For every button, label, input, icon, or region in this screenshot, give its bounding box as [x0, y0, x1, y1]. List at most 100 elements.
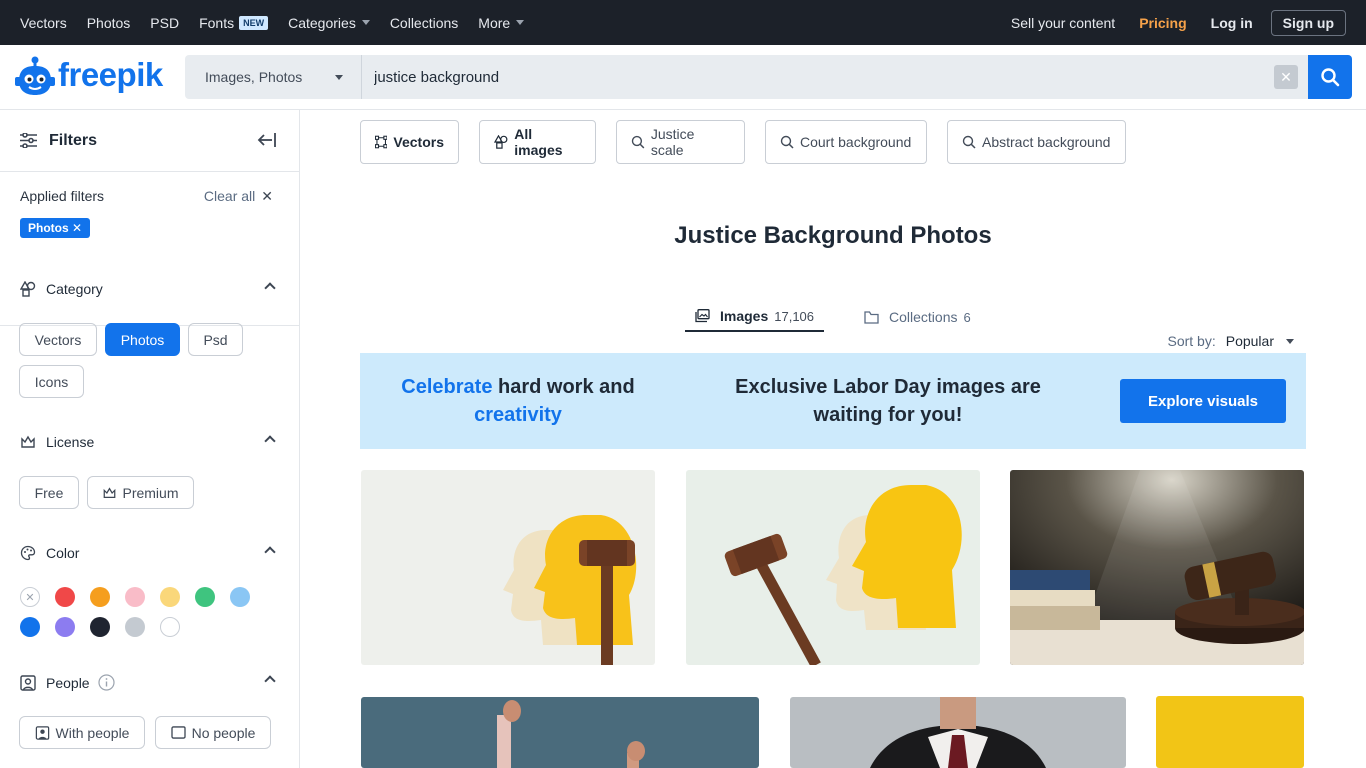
- color-section-header[interactable]: Color: [20, 545, 278, 561]
- result-image-4[interactable]: [361, 697, 759, 768]
- login-link[interactable]: Log in: [1211, 15, 1253, 31]
- nav-more[interactable]: More: [478, 15, 525, 31]
- result-image-1[interactable]: [361, 470, 655, 665]
- category-section-header[interactable]: Category: [20, 281, 278, 297]
- sort-value: Popular: [1225, 333, 1274, 349]
- caret-down-icon: [1286, 338, 1294, 344]
- color-white-swatch[interactable]: [160, 617, 180, 637]
- people-no-people[interactable]: No people: [155, 716, 271, 749]
- shapes-icon: [494, 135, 508, 149]
- result-image-2[interactable]: [686, 470, 980, 665]
- license-section-header[interactable]: License: [20, 434, 278, 450]
- applied-chip-photos[interactable]: Photos ✕: [20, 218, 91, 238]
- related-tag-all-images[interactable]: All images: [479, 120, 596, 164]
- result-tabs: Images 17,106 Collections 6: [685, 302, 981, 332]
- tab-collections[interactable]: Collections 6: [854, 302, 981, 332]
- license-title: License: [46, 434, 95, 450]
- with-people-label: With people: [55, 724, 130, 741]
- nav-categories[interactable]: Categories: [288, 15, 370, 31]
- nav-collections-label: Collections: [389, 14, 459, 31]
- signup-button[interactable]: Sign up: [1270, 9, 1346, 36]
- sliders-icon: [20, 133, 37, 148]
- result-image-3[interactable]: [1010, 470, 1304, 665]
- license-free[interactable]: Free: [19, 476, 79, 509]
- result-image-5[interactable]: [790, 697, 1126, 768]
- search-button[interactable]: [1308, 55, 1352, 99]
- explore-visuals-button[interactable]: Explore visuals: [1120, 379, 1286, 423]
- people-section-header[interactable]: People: [20, 674, 278, 691]
- search-icon: [780, 135, 794, 149]
- color-pink-swatch[interactable]: [125, 587, 145, 607]
- search-type-label: Images, Photos: [205, 69, 303, 85]
- nav-psd[interactable]: PSD: [150, 15, 179, 31]
- nav-vectors[interactable]: Vectors: [20, 15, 67, 31]
- info-icon[interactable]: [97, 674, 115, 691]
- promo-headline-highlight: Celebrate: [401, 376, 493, 398]
- freepik-logo[interactable]: freepik: [15, 55, 163, 95]
- color-yellow-swatch[interactable]: [160, 587, 180, 607]
- images-icon: [695, 309, 710, 323]
- tab-images[interactable]: Images 17,106: [685, 302, 825, 332]
- sort-dropdown[interactable]: Sort by: Popular: [1167, 333, 1294, 349]
- pricing-link[interactable]: Pricing: [1139, 15, 1186, 31]
- tag-vectors-label: Vectors: [393, 134, 444, 150]
- related-tag-abstract-background[interactable]: Abstract background: [947, 120, 1126, 164]
- tag-justice-scale-label: Justice scale: [650, 126, 695, 158]
- photo-heads-gavel-diagonal: [686, 470, 980, 665]
- search-header: freepik Images, Photos ✕: [0, 45, 1366, 110]
- top-nav: Vectors Photos PSD Fonts NEW Categories C…: [0, 0, 544, 45]
- collapse-sidebar-icon[interactable]: [257, 132, 277, 148]
- tag-all-images-label: All images: [514, 126, 563, 158]
- nav-collections[interactable]: Collections: [390, 15, 458, 31]
- related-tag-justice-scale[interactable]: Justice scale: [616, 120, 745, 164]
- person-frame-icon: [35, 725, 49, 740]
- search-type-dropdown[interactable]: Images, Photos: [185, 55, 362, 99]
- results-main: Vectors All images Justice scale Court b…: [300, 110, 1366, 768]
- result-image-6[interactable]: [1156, 696, 1304, 768]
- nav-vectors-label: Vectors: [20, 14, 67, 31]
- color-cyan-swatch[interactable]: [230, 587, 250, 607]
- tag-court-background-label: Court background: [800, 134, 912, 150]
- color-black-swatch[interactable]: [90, 617, 110, 637]
- top-right-actions: Sell your content Pricing Log in Sign up: [987, 0, 1346, 45]
- color-blue-swatch[interactable]: [20, 617, 40, 637]
- sell-content-link[interactable]: Sell your content: [1011, 15, 1115, 31]
- nav-categories-label: Categories: [288, 14, 356, 31]
- category-title: Category: [46, 281, 103, 297]
- color-any-swatch[interactable]: ✕: [20, 587, 40, 607]
- clear-search-icon[interactable]: ✕: [1274, 65, 1298, 89]
- page-title: Justice Background Photos: [674, 222, 992, 249]
- color-purple-swatch[interactable]: [55, 617, 75, 637]
- photo-raised-fists-sky: [361, 697, 759, 768]
- nav-photos[interactable]: Photos: [87, 15, 131, 31]
- search-input[interactable]: [362, 55, 1274, 99]
- nav-fonts[interactable]: Fonts NEW: [199, 15, 269, 31]
- color-green-swatch[interactable]: [195, 587, 215, 607]
- chevron-up-icon: [264, 282, 276, 294]
- color-gray-swatch[interactable]: [125, 617, 145, 637]
- tab-images-count: 17,106: [774, 308, 815, 324]
- color-orange-swatch[interactable]: [90, 587, 110, 607]
- people-with-people[interactable]: With people: [19, 716, 145, 749]
- clear-all-button[interactable]: Clear all ✕: [204, 188, 273, 205]
- chevron-up-icon: [264, 546, 276, 558]
- folder-icon: [864, 310, 879, 324]
- logo-mascot-icon: [15, 55, 55, 95]
- license-premium[interactable]: Premium: [87, 476, 194, 509]
- photo-gavel-books-light-rays: [1010, 470, 1304, 665]
- search-icon: [631, 135, 645, 149]
- filters-header: Filters: [0, 110, 299, 172]
- sort-label: Sort by:: [1167, 333, 1216, 349]
- category-icons[interactable]: Icons: [19, 365, 84, 398]
- empty-frame-icon: [170, 726, 186, 739]
- related-tag-court-background[interactable]: Court background: [765, 120, 927, 164]
- tab-collections-count: 6: [963, 309, 971, 325]
- related-tag-vectors[interactable]: Vectors: [360, 120, 459, 164]
- chevron-up-icon: [264, 435, 276, 447]
- color-red-swatch[interactable]: [55, 587, 75, 607]
- filters-title: Filters: [49, 131, 98, 149]
- chevron-up-icon: [264, 675, 276, 687]
- category-photos[interactable]: Photos: [105, 323, 180, 356]
- category-psd[interactable]: Psd: [188, 323, 243, 356]
- category-vectors[interactable]: Vectors: [19, 323, 97, 356]
